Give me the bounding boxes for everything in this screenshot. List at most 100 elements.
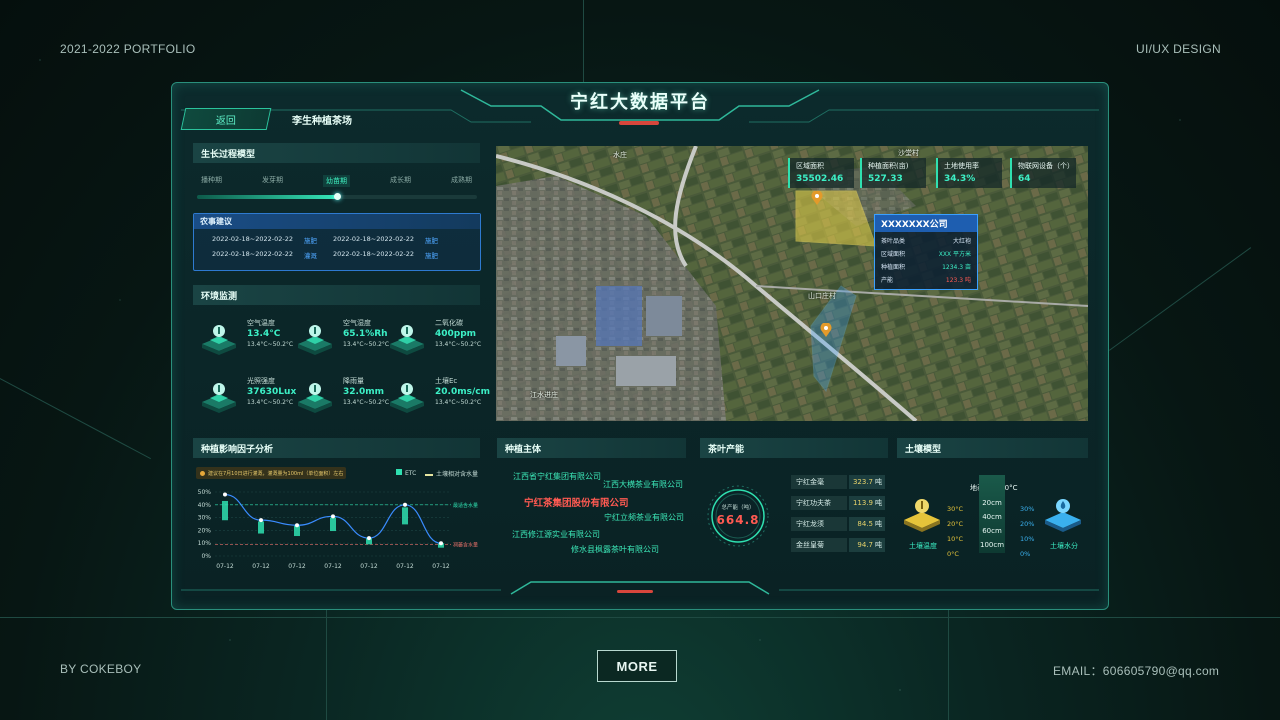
env-metric: 空气湿度 65.1%Rh 13.4°C~50.2°C [296, 318, 391, 360]
reference-label: 最适含水量 [453, 502, 478, 509]
map-stat-value: 35502.46 [796, 174, 844, 184]
soil-moisture-label: 土壤水分 [1050, 542, 1078, 550]
tea-name: 宁红金毫 [791, 475, 847, 489]
env-name: 降雨量 [343, 377, 364, 385]
env-value: 20.0ms/cm [435, 387, 490, 397]
soil-temp-tick: 30°C [947, 505, 964, 513]
growth-stage[interactable]: 成长期 [390, 175, 411, 187]
env-metric: 空气温度 13.4°C 13.4°C~50.2°C [200, 318, 295, 360]
x-tick-label: 07-12 [288, 563, 306, 570]
company-popup[interactable]: XXXXXXX公司 茶叶品类 大红袍 区域面积 XXX 平方米 种植面积 1234.3… [874, 214, 978, 290]
soil-moisture-tick: 0% [1020, 550, 1031, 558]
y-tick-label: 50% [198, 489, 212, 496]
rain-cloud-icon [296, 382, 334, 414]
advice-action[interactable]: 灌溉 [304, 250, 333, 260]
env-value: 37630Lux [247, 387, 297, 397]
back-label: 返回 [216, 115, 236, 127]
soil-moisture-tick: 20% [1020, 520, 1035, 528]
soil-moisture-tick: 30% [1020, 505, 1035, 513]
map-stat-label: 区域面积 [796, 162, 824, 170]
entity-name[interactable]: 宁红立频茶业有限公司 [604, 512, 684, 523]
map-pin-icon[interactable] [811, 190, 823, 205]
popup-title: XXXXXXX公司 [875, 215, 977, 232]
map-place-label: 山口庄村 [808, 292, 836, 300]
advice-action[interactable]: 施肥 [425, 250, 454, 260]
page-title: 宁红大数据平台 [570, 92, 710, 113]
x-tick-label: 07-12 [432, 563, 450, 570]
legend-soil: 土壤相对含水量 [425, 469, 478, 478]
growth-stage[interactable]: 播种期 [201, 175, 222, 187]
growth-stage[interactable]: 成熟期 [451, 175, 472, 187]
map-stat: 区域面积 35502.46 [788, 158, 854, 188]
portfolio-author: BY COKEBOY [60, 662, 142, 676]
map-stat-value: 527.33 [868, 174, 903, 184]
section-growth-title: 生长过程模型 [193, 143, 480, 163]
soil-depth: 40cm [982, 513, 1002, 521]
soil-moisture-point [439, 541, 443, 546]
advice-action[interactable]: 施肥 [425, 235, 454, 245]
tea-value: 323.7 [852, 478, 873, 486]
total-capacity-label: 总产能（吨） [721, 505, 755, 511]
tea-unit: 吨 [875, 478, 882, 486]
popup-value: XXX 平方米 [938, 251, 971, 258]
env-name: 空气湿度 [343, 319, 371, 327]
tea-row: 宁红龙须 84.5 吨 [791, 517, 885, 531]
soil-temp-tick: 20°C [947, 520, 964, 528]
entity-name[interactable]: 江西修江源实业有限公司 [512, 529, 600, 540]
y-tick-label: 30% [198, 515, 212, 522]
env-value: 65.1%Rh [343, 329, 388, 339]
entity-name[interactable]: 宁红茶集团股份有限公司 [524, 495, 629, 509]
tea-name: 宁红功夫茶 [791, 496, 847, 510]
env-metric: 二氧化碳 400ppm 13.4°C~50.2°C [388, 318, 483, 360]
section-factor-title: 种植影响因子分析 [193, 438, 480, 458]
soil-moisture-point [259, 518, 263, 523]
advice-action[interactable]: 施肥 [304, 235, 333, 245]
popup-row: 区域面积 XXX 平方米 [875, 249, 977, 258]
legend-swatch [396, 469, 402, 475]
tea-name: 金丝皇菊 [791, 538, 847, 552]
popup-value: 大红袍 [952, 238, 971, 245]
soil-moisture-point [331, 514, 335, 519]
x-tick-label: 07-12 [252, 563, 270, 570]
reference-label: 凋萎含水量 [453, 541, 478, 548]
tab-site[interactable]: 李生种植茶场 [276, 108, 416, 130]
popup-label: 茶叶品类 [881, 238, 906, 245]
y-tick-label: 10% [198, 540, 212, 547]
tea-unit: 吨 [875, 499, 882, 507]
growth-progress-track[interactable] [197, 193, 477, 200]
growth-stage[interactable]: 幼苗期 [323, 175, 350, 187]
soil-moisture-point [367, 536, 371, 541]
tea-row: 宁红功夫茶 113.9 吨 [791, 496, 885, 510]
soil-ec-icon [388, 382, 426, 414]
decor-line [326, 610, 327, 720]
decor-line [948, 610, 949, 720]
soil-moisture-point [223, 492, 227, 497]
tea-value: 84.5 [857, 520, 873, 528]
legend-etc: ETC [396, 469, 416, 477]
growth-progress-knob[interactable] [334, 193, 341, 200]
entity-name[interactable]: 江西大横茶业有限公司 [603, 479, 683, 490]
entity-name[interactable]: 江西省宁红集团有限公司 [513, 471, 601, 482]
section-environment-title: 环境监测 [193, 285, 480, 305]
map-pin-icon[interactable] [820, 322, 832, 337]
growth-stage[interactable]: 发芽期 [262, 175, 283, 187]
footer-indicator [617, 590, 653, 593]
popup-label: 区域面积 [881, 251, 906, 258]
advice-date: 2022-02-18~2022-02-22 [212, 250, 293, 258]
etc-bar [402, 507, 408, 525]
etc-bar [222, 500, 228, 521]
env-name: 光照强度 [247, 377, 275, 385]
env-metric: 光照强度 37630Lux 13.4°C~50.2°C [200, 376, 297, 418]
legend-etc-label: ETC [405, 470, 417, 477]
advice-date: 2022-02-18~2022-02-22 [212, 235, 293, 243]
x-tick-label: 07-12 [360, 563, 378, 570]
soil-moisture-tick: 10% [1020, 535, 1035, 543]
map-place-label: 水庄 [613, 151, 627, 159]
entity-name[interactable]: 修水县枫露茶叶有限公司 [571, 544, 659, 555]
env-name: 空气温度 [247, 319, 275, 327]
map-stat: 物联网设备（个） 64 [1010, 158, 1076, 188]
back-button[interactable]: 返回 [180, 108, 272, 130]
section-entities-title: 种植主体 [497, 438, 686, 458]
more-button[interactable]: MORE [597, 650, 677, 682]
popup-row: 茶叶品类 大红袍 [875, 236, 977, 245]
